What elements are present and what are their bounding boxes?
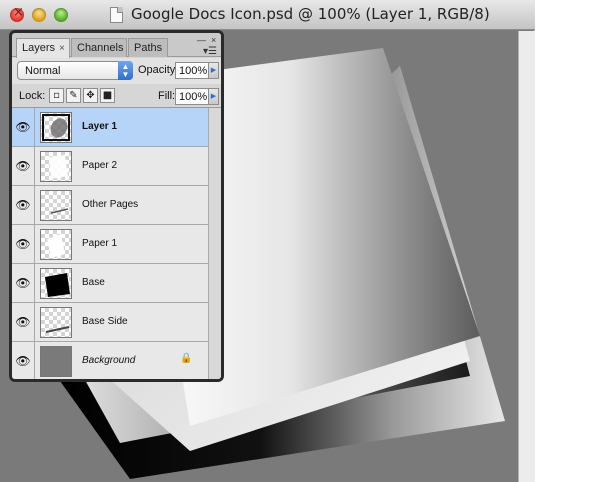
layer-row-background[interactable]: 👁 Background 🔒: [12, 342, 208, 379]
document-icon: [110, 7, 123, 23]
layer-name: Paper 1: [82, 238, 118, 249]
blend-mode-value: Normal: [25, 65, 61, 77]
layer-thumbnail: [40, 190, 72, 221]
paper-1-thumb-shape: [47, 234, 65, 258]
zoom-window-button[interactable]: [54, 8, 68, 22]
visibility-eye-icon[interactable]: 👁: [12, 186, 35, 224]
visibility-eye-icon[interactable]: 👁: [12, 264, 35, 302]
opacity-field[interactable]: 100%: [175, 62, 209, 79]
tab-channels-label: Channels: [77, 42, 124, 54]
layer-name: Other Pages: [82, 199, 139, 210]
layer-thumbnail: [40, 151, 72, 182]
base-side-thumb-shape: [45, 326, 70, 333]
visibility-eye-icon[interactable]: 👁: [12, 108, 35, 146]
title-bar[interactable]: Google Docs Icon.psd @ 100% (Layer 1, RG…: [0, 0, 535, 30]
tab-layers[interactable]: Layers ×: [16, 38, 70, 58]
opacity-slider-arrow-icon[interactable]: ▶: [208, 62, 219, 79]
layer-thumbnail: [40, 112, 72, 143]
lock-image-pixels-icon[interactable]: ✎: [66, 88, 81, 103]
layer-name: Base Side: [82, 316, 128, 327]
layer-thumbnail: [40, 346, 72, 377]
panel-menu-icon[interactable]: ▾☰: [203, 46, 217, 57]
blend-row: Normal ▲ ▼ Opacity: 100% ▶: [12, 58, 221, 84]
panel-tab-bar: Layers × Channels Paths — × ▾☰: [12, 33, 221, 58]
select-arrows-icon: ▲ ▼: [118, 61, 133, 80]
base-thumb-shape: [45, 273, 70, 297]
lock-row: Lock: ▫ ✎ ✥ ■ Fill: 100% ▶: [12, 84, 221, 108]
lock-all-icon[interactable]: ■: [100, 88, 115, 103]
window-title: Google Docs Icon.psd @ 100% (Layer 1, RG…: [131, 5, 490, 23]
layer-1-thumb-shape: [50, 118, 68, 138]
layer-name: Base: [82, 277, 105, 288]
layer-row-paper-2[interactable]: 👁 Paper 2: [12, 147, 208, 186]
lock-transparent-pixels-icon[interactable]: ▫: [49, 88, 64, 103]
layer-name: Paper 2: [82, 160, 118, 171]
close-panel-icon[interactable]: ×: [211, 35, 216, 45]
layer-thumbnail: [40, 307, 72, 338]
layer-row-base-side[interactable]: 👁 Base Side: [12, 303, 208, 342]
opacity-label: Opacity:: [138, 64, 179, 76]
lock-label: Lock:: [19, 90, 46, 102]
layer-row-paper-1[interactable]: 👁 Paper 1: [12, 225, 208, 264]
fill-field[interactable]: 100%: [175, 88, 209, 105]
vertical-scrollbar[interactable]: [518, 31, 535, 482]
fill-label: Fill:: [158, 90, 176, 102]
tab-channels[interactable]: Channels: [71, 38, 127, 57]
layer-name: Layer 1: [82, 121, 118, 132]
layer-name: Background: [82, 355, 136, 366]
collapse-panel-icon[interactable]: —: [197, 35, 206, 45]
layer-lock-icon: 🔒: [180, 353, 193, 364]
layers-scrollbar[interactable]: [208, 108, 221, 379]
layer-thumbnail: [40, 268, 72, 299]
tab-paths-label: Paths: [134, 42, 163, 54]
minimize-window-button[interactable]: [32, 8, 46, 22]
paper-2-thumb-shape: [49, 155, 68, 179]
visibility-eye-icon[interactable]: 👁: [12, 147, 35, 185]
visibility-eye-icon[interactable]: 👁: [12, 342, 35, 379]
fill-slider-arrow-icon[interactable]: ▶: [208, 88, 219, 105]
blend-mode-select[interactable]: Normal ▲ ▼: [17, 61, 133, 80]
visibility-eye-icon[interactable]: 👁: [12, 303, 35, 341]
layers-list: 👁 Layer 1 👁 Paper 2 👁 Other Pages 👁 Pape…: [12, 108, 221, 379]
layer-row-base[interactable]: 👁 Base: [12, 264, 208, 303]
other-pages-thumb-shape: [50, 208, 69, 214]
layer-thumbnail: [40, 229, 72, 260]
close-window-button[interactable]: [10, 5, 24, 22]
layers-panel: Layers × Channels Paths — × ▾☰ Normal ▲ ▼ …: [9, 30, 224, 382]
tab-paths[interactable]: Paths: [128, 38, 168, 57]
tab-layers-label: Layers: [22, 42, 56, 54]
close-tab-icon[interactable]: ×: [59, 43, 65, 54]
visibility-eye-icon[interactable]: 👁: [12, 225, 35, 263]
layer-row-other-pages[interactable]: 👁 Other Pages: [12, 186, 208, 225]
lock-position-icon[interactable]: ✥: [83, 88, 98, 103]
layer-row-layer-1[interactable]: 👁 Layer 1: [12, 108, 208, 147]
